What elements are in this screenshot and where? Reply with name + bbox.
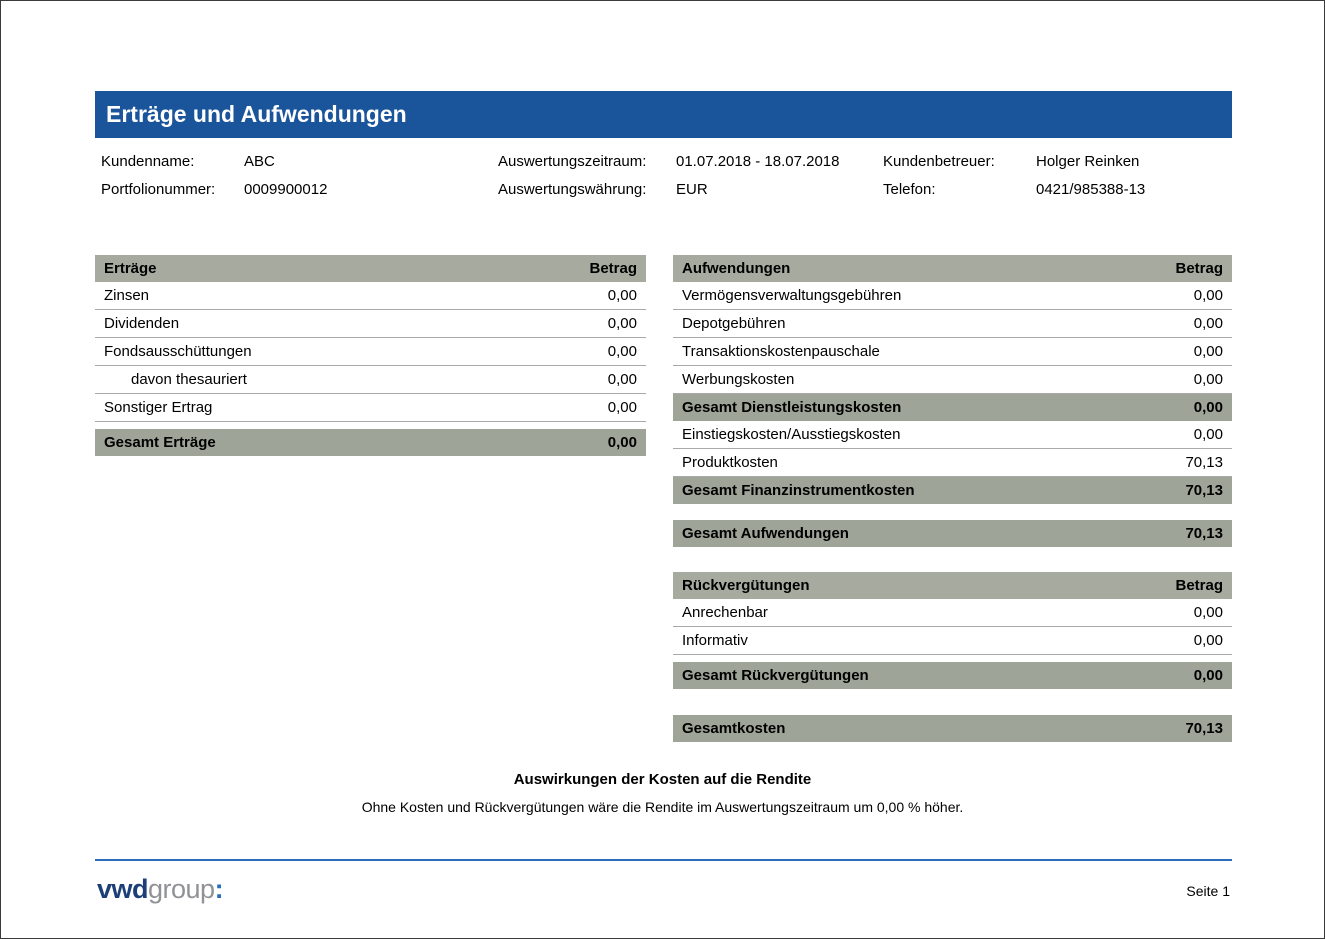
table-row: Transaktionskostenpauschale 0,00 [673, 338, 1232, 366]
table-row: Zinsen 0,00 [95, 282, 646, 310]
expenses-column: Aufwendungen Betrag Vermögensverwaltungs… [673, 255, 1232, 742]
report-page: Erträge und Aufwendungen Kundenname: ABC… [0, 0, 1325, 939]
footer-divider [95, 859, 1232, 861]
customer-info: Kundenname: ABC Auswertungszeitraum: 01.… [101, 147, 1232, 203]
rebates-table-header: Rückvergütungen Betrag [673, 572, 1232, 599]
row-amount: 0,00 [1194, 343, 1223, 360]
return-impact-title: Auswirkungen der Kosten auf die Rendite [1, 771, 1324, 788]
row-amount: 0,00 [1194, 371, 1223, 388]
info-label-auswertungszeitraum: Auswertungszeitraum: [498, 153, 676, 170]
row-label: Sonstiger Ertrag [104, 399, 212, 416]
logo-group: group [148, 874, 215, 904]
row-amount: 0,00 [608, 371, 637, 388]
instrument-costs-subtotal-row: Gesamt Finanzinstrumentkosten 70,13 [673, 477, 1232, 504]
total-amount: 70,13 [1185, 482, 1223, 499]
expenses-table-header: Aufwendungen Betrag [673, 255, 1232, 282]
rebates-total-row: Gesamt Rückvergütungen 0,00 [673, 662, 1232, 689]
row-label: Einstiegskosten/Ausstiegskosten [682, 426, 900, 443]
row-label: Dividenden [104, 315, 179, 332]
info-label-auswertungswaehrung: Auswertungswährung: [498, 181, 676, 198]
info-label-kundenname: Kundenname: [101, 153, 244, 170]
header-label: Erträge [104, 260, 157, 277]
header-amount: Betrag [1175, 577, 1223, 594]
page-number: Seite 1 [1186, 883, 1230, 899]
table-row: Werbungskosten 0,00 [673, 366, 1232, 394]
row-amount: 0,00 [608, 343, 637, 360]
title-bar: Erträge und Aufwendungen [95, 91, 1232, 138]
row-label: Transaktionskostenpauschale [682, 343, 880, 360]
row-amount: 0,00 [1194, 632, 1223, 649]
row-amount: 0,00 [1194, 287, 1223, 304]
row-amount: 0,00 [608, 315, 637, 332]
info-label-kundenbetreuer: Kundenbetreuer: [883, 153, 1036, 170]
total-label: Gesamt Finanzinstrumentkosten [682, 482, 915, 499]
rebates-table: Rückvergütungen Betrag Anrechenbar 0,00 … [673, 572, 1232, 689]
row-label: Fondsausschüttungen [104, 343, 252, 360]
info-value-auswertungswaehrung: EUR [676, 181, 883, 198]
row-label: davon thesauriert [104, 371, 247, 388]
header-amount: Betrag [589, 260, 637, 277]
header-label: Rückvergütungen [682, 577, 810, 594]
row-label: Anrechenbar [682, 604, 768, 621]
return-impact-note: Auswirkungen der Kosten auf die Rendite … [1, 771, 1324, 815]
total-costs-row: Gesamtkosten 70,13 [673, 715, 1232, 742]
table-row: davon thesauriert 0,00 [95, 366, 646, 394]
vwd-group-logo: vwdgroup: [97, 874, 223, 905]
table-row: Dividenden 0,00 [95, 310, 646, 338]
info-label-portfolionummer: Portfolionummer: [101, 181, 244, 198]
row-amount: 0,00 [608, 287, 637, 304]
table-row: Vermögensverwaltungsgebühren 0,00 [673, 282, 1232, 310]
income-table-header: Erträge Betrag [95, 255, 646, 282]
income-total-row: Gesamt Erträge 0,00 [95, 429, 646, 456]
total-amount: 70,13 [1185, 720, 1223, 737]
row-amount: 0,00 [1194, 315, 1223, 332]
table-row: Produktkosten 70,13 [673, 449, 1232, 477]
total-amount: 0,00 [1194, 399, 1223, 416]
row-amount: 0,00 [1194, 604, 1223, 621]
total-amount: 0,00 [608, 434, 637, 451]
info-value-portfolionummer: 0009900012 [244, 181, 498, 198]
total-amount: 0,00 [1194, 667, 1223, 684]
total-label: Gesamtkosten [682, 720, 785, 737]
info-value-kundenname: ABC [244, 153, 498, 170]
info-label-telefon: Telefon: [883, 181, 1036, 198]
header-amount: Betrag [1175, 260, 1223, 277]
total-amount: 70,13 [1185, 525, 1223, 542]
total-label: Gesamt Erträge [104, 434, 216, 451]
table-row: Sonstiger Ertrag 0,00 [95, 394, 646, 422]
logo-vwd: vwd [97, 874, 148, 904]
info-value-telefon: 0421/985388-13 [1036, 181, 1232, 198]
table-row: Fondsausschüttungen 0,00 [95, 338, 646, 366]
row-amount: 70,13 [1185, 454, 1223, 471]
return-impact-text: Ohne Kosten und Rückvergütungen wäre die… [1, 799, 1324, 815]
row-label: Depotgebühren [682, 315, 785, 332]
service-costs-subtotal-row: Gesamt Dienstleistungskosten 0,00 [673, 394, 1232, 421]
header-label: Aufwendungen [682, 260, 790, 277]
expenses-total-row: Gesamt Aufwendungen 70,13 [673, 520, 1232, 547]
row-label: Produktkosten [682, 454, 778, 471]
page-title: Erträge und Aufwendungen [106, 101, 407, 128]
table-row: Anrechenbar 0,00 [673, 599, 1232, 627]
total-label: Gesamt Aufwendungen [682, 525, 849, 542]
total-label: Gesamt Dienstleistungskosten [682, 399, 901, 416]
table-row: Depotgebühren 0,00 [673, 310, 1232, 338]
row-label: Zinsen [104, 287, 149, 304]
row-amount: 0,00 [1194, 426, 1223, 443]
row-label: Informativ [682, 632, 748, 649]
total-label: Gesamt Rückvergütungen [682, 667, 869, 684]
logo-colon: : [215, 874, 224, 904]
row-label: Werbungskosten [682, 371, 794, 388]
table-row: Einstiegskosten/Ausstiegskosten 0,00 [673, 421, 1232, 449]
row-amount: 0,00 [608, 399, 637, 416]
table-row: Informativ 0,00 [673, 627, 1232, 655]
info-value-kundenbetreuer: Holger Reinken [1036, 153, 1232, 170]
income-table: Erträge Betrag Zinsen 0,00 Dividenden 0,… [95, 255, 646, 456]
expenses-table: Aufwendungen Betrag Vermögensverwaltungs… [673, 255, 1232, 547]
row-label: Vermögensverwaltungsgebühren [682, 287, 901, 304]
info-value-auswertungszeitraum: 01.07.2018 - 18.07.2018 [676, 153, 883, 170]
